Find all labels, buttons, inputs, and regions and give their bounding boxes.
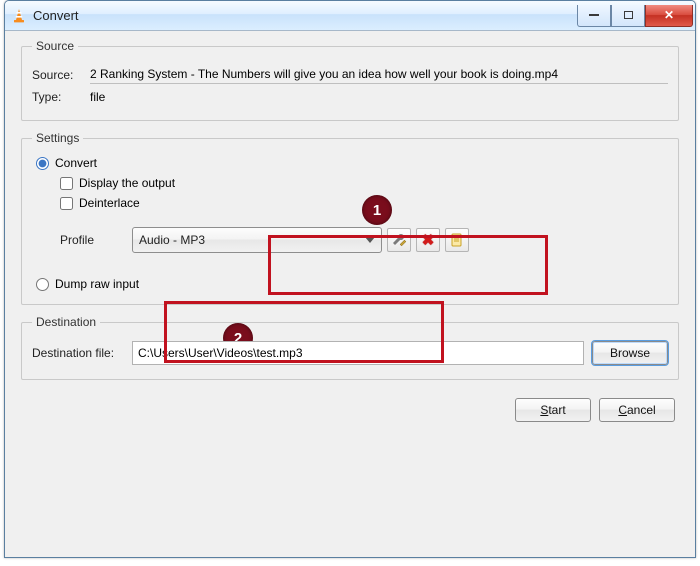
dialog-body: Source Source: 2 Ranking System - The Nu…: [5, 31, 695, 557]
cancel-button-label: Cancel: [618, 403, 655, 417]
settings-group: Settings Convert Display the output Dein…: [21, 131, 679, 305]
settings-inner: Convert Display the output Deinterlace P…: [32, 153, 668, 294]
destination-file-label: Destination file:: [32, 346, 132, 360]
type-value: file: [90, 88, 105, 106]
source-label: Source:: [32, 68, 90, 82]
convert-dialog: Convert ✕ Source Source: 2 Ranking Syste…: [4, 0, 696, 558]
vlc-cone-icon: [11, 8, 27, 24]
deinterlace-label: Deinterlace: [79, 196, 140, 210]
dump-radio-row[interactable]: Dump raw input: [36, 277, 668, 291]
convert-radio[interactable]: [36, 157, 49, 170]
maximize-icon: [624, 11, 633, 19]
destination-file-input[interactable]: [132, 341, 584, 365]
cancel-button[interactable]: Cancel: [599, 398, 675, 422]
profile-selected-value: Audio - MP3: [139, 233, 365, 247]
convert-radio-label: Convert: [55, 156, 97, 170]
delete-icon: ✖: [422, 233, 435, 248]
minimize-button[interactable]: [577, 5, 611, 27]
destination-legend: Destination: [32, 315, 100, 329]
start-button-label: Start: [540, 403, 565, 417]
profile-row: Profile Audio - MP3 ✖: [60, 227, 668, 253]
browse-button-label: Browse: [610, 346, 650, 360]
dialog-button-row: Start Cancel: [19, 398, 681, 422]
deinterlace-checkbox[interactable]: [60, 197, 73, 210]
close-button[interactable]: ✕: [645, 5, 693, 27]
start-button[interactable]: Start: [515, 398, 591, 422]
profile-label: Profile: [60, 233, 132, 247]
type-label: Type:: [32, 90, 90, 104]
new-profile-button[interactable]: [445, 228, 469, 252]
destination-group: Destination Destination file: Browse: [21, 315, 679, 380]
delete-profile-button[interactable]: ✖: [416, 228, 440, 252]
chevron-down-icon: [365, 237, 375, 243]
close-icon: ✕: [664, 8, 674, 22]
convert-radio-row[interactable]: Convert: [36, 156, 668, 170]
profile-dropdown[interactable]: Audio - MP3: [132, 227, 382, 253]
source-legend: Source: [32, 39, 78, 53]
dump-radio[interactable]: [36, 278, 49, 291]
display-output-label: Display the output: [79, 176, 175, 190]
display-output-row[interactable]: Display the output: [60, 176, 668, 190]
new-profile-icon: [449, 232, 465, 248]
edit-profile-button[interactable]: [387, 228, 411, 252]
window-controls: ✕: [577, 5, 693, 27]
wrench-icon: [391, 232, 407, 248]
source-group: Source Source: 2 Ranking System - The Nu…: [21, 39, 679, 121]
source-value: 2 Ranking System - The Numbers will give…: [90, 65, 668, 84]
maximize-button[interactable]: [611, 5, 645, 27]
dump-radio-label: Dump raw input: [55, 277, 139, 291]
deinterlace-row[interactable]: Deinterlace: [60, 196, 668, 210]
settings-legend: Settings: [32, 131, 83, 145]
display-output-checkbox[interactable]: [60, 177, 73, 190]
window-title: Convert: [33, 8, 577, 23]
minimize-icon: [589, 14, 599, 16]
browse-button[interactable]: Browse: [592, 341, 668, 365]
title-bar[interactable]: Convert ✕: [5, 1, 695, 31]
